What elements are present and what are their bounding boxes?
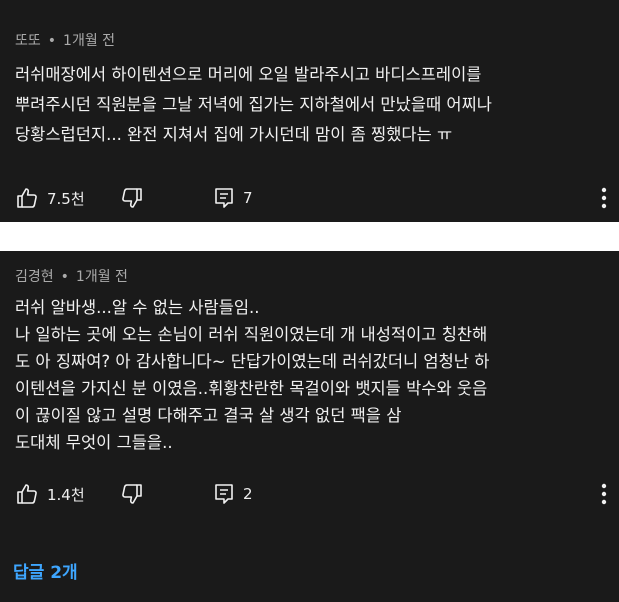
comment-line: 도대체 무엇이 그들을..	[15, 433, 173, 452]
comment-header: 김경현 • 1개월 전	[15, 266, 128, 286]
reply-count: 7	[243, 189, 253, 207]
comment-icon	[215, 188, 233, 208]
comment-text: 러쉬 알바생...알 수 없는 사람들임.. 나 일하는 곳에 오는 손님이 러…	[15, 294, 609, 456]
comment-line: 러쉬 알바생...알 수 없는 사람들임..	[15, 298, 260, 317]
comment-card: 또또 • 1개월 전 러쉬매장에서 하이텐션으로 머리에 오일 발라주시고 바디스프…	[0, 0, 619, 222]
thumbs-down-icon	[122, 188, 142, 208]
comment-text: 러쉬매장에서 하이텐션으로 머리에 오일 발라주시고 바디스프레이를 뿌려주시던…	[15, 60, 609, 150]
timestamp[interactable]: 1개월 전	[76, 269, 128, 285]
like-count: 1.4천	[47, 485, 85, 504]
comment-line: 이텐션을 가지신 분 이였음..휘황찬란한 목걸이와 뱃지들 박수와 웃음	[15, 379, 488, 398]
separator-dot: •	[47, 33, 57, 49]
author-name[interactable]: 김경현	[15, 269, 54, 285]
timestamp[interactable]: 1개월 전	[63, 33, 115, 49]
comment-actions: 1.4천 2	[15, 482, 619, 506]
view-replies-link[interactable]: 답글 2개	[13, 558, 78, 583]
thumbs-down-icon	[122, 484, 142, 504]
thumbs-up-icon	[17, 188, 37, 208]
more-vertical-icon	[601, 483, 607, 505]
thumbs-up-icon	[17, 484, 37, 504]
more-vertical-icon	[601, 187, 607, 209]
like-button[interactable]: 7.5천	[15, 186, 85, 210]
reply-count: 2	[243, 485, 253, 503]
comment-card: 김경현 • 1개월 전 러쉬 알바생...알 수 없는 사람들임.. 나 일하는 곳…	[0, 251, 619, 602]
comment-line: 러쉬매장에서 하이텐션으로 머리에 오일 발라주시고 바디스프레이를	[15, 65, 482, 84]
more-options-button[interactable]	[601, 186, 607, 210]
comment-line: 나 일하는 곳에 오는 손님이 러쉬 직원이였는데 개 내성적이고 칭찬해	[15, 325, 488, 344]
dislike-button[interactable]	[120, 186, 144, 210]
comment-actions: 7.5천 7	[15, 186, 619, 210]
more-options-button[interactable]	[601, 482, 607, 506]
comment-icon	[215, 484, 233, 504]
comment-header: 또또 • 1개월 전	[15, 30, 115, 50]
like-button[interactable]: 1.4천	[15, 482, 85, 506]
reply-button[interactable]: 2	[213, 482, 253, 506]
comment-line: 도 아 징짜여? 아 감사합니다~ 단답가이였는데 러쉬갔더니 엄청난 하	[15, 352, 490, 371]
comment-line: 당황스럽던지... 완전 지쳐서 집에 가시던데 맘이 좀 찡했다는 ㅠ	[15, 125, 453, 144]
like-count: 7.5천	[47, 189, 85, 208]
author-name[interactable]: 또또	[15, 33, 41, 49]
comment-line: 뿌려주시던 직원분을 그날 저녁에 집가는 지하철에서 만났을때 어찌나	[15, 95, 492, 114]
dislike-button[interactable]	[120, 482, 144, 506]
comment-line: 이 끊이질 않고 설명 다해주고 결국 살 생각 없던 팩을 삼	[15, 406, 402, 425]
separator-dot: •	[60, 269, 69, 285]
reply-button[interactable]: 7	[213, 186, 253, 210]
